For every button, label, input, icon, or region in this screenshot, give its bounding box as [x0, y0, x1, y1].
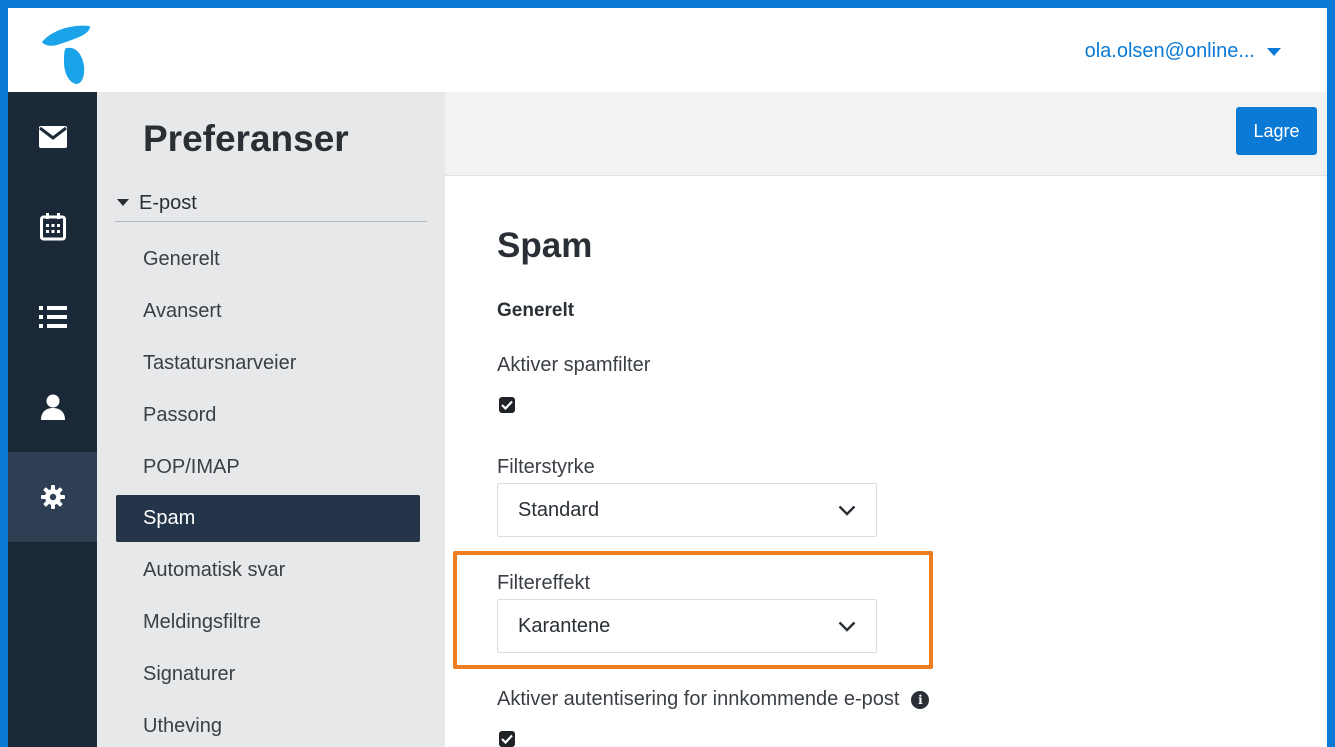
- app-rail: [8, 92, 97, 747]
- group-email-label: E-post: [139, 192, 197, 214]
- gear-icon: [40, 485, 65, 509]
- top-bar: ola.olsen@online...: [8, 8, 1327, 92]
- auth-checkbox[interactable]: [499, 731, 515, 747]
- preferences-list: Generelt Avansert Tastatursnarveier Pass…: [116, 234, 420, 747]
- auth-label-text: Aktiver autentisering for innkommende e-…: [497, 688, 900, 710]
- rail-item-calendar[interactable]: [8, 182, 97, 272]
- enable-spam-label-text: Aktiver spamfilter: [497, 354, 651, 376]
- checkmark-icon: [501, 400, 513, 410]
- pref-item-signaturer[interactable]: Signaturer: [116, 648, 420, 700]
- pref-item-generelt[interactable]: Generelt: [116, 234, 420, 286]
- checkmark-icon: [501, 734, 513, 744]
- pref-item-spam[interactable]: Spam: [116, 494, 420, 542]
- filter-strength-label-text: Filterstyrke: [497, 456, 595, 478]
- info-icon[interactable]: i: [911, 690, 930, 709]
- rail-item-tasks[interactable]: [8, 272, 97, 362]
- group-email-toggle[interactable]: E-post: [115, 186, 427, 222]
- filter-strength-label: Filterstyrke: [497, 456, 595, 479]
- pref-item-avansert[interactable]: Avansert: [116, 286, 420, 338]
- pref-item-passord[interactable]: Passord: [116, 389, 420, 441]
- content-toolbar: Lagre: [445, 92, 1327, 176]
- page-title: Spam: [497, 226, 593, 265]
- chevron-down-icon: [838, 621, 856, 632]
- caret-down-icon: [117, 199, 129, 206]
- rail-item-settings[interactable]: [8, 452, 97, 542]
- section-heading: Generelt: [497, 300, 575, 321]
- auth-label: Aktiver autentisering for innkommende e-…: [497, 688, 930, 711]
- pref-item-automatisk-svar[interactable]: Automatisk svar: [116, 545, 420, 597]
- pref-item-utheving[interactable]: Utheving: [116, 700, 420, 747]
- enable-spam-checkbox[interactable]: [499, 397, 515, 413]
- filter-effect-label-text: Filtereffekt: [497, 572, 590, 594]
- filter-effect-label: Filtereffekt: [497, 572, 590, 595]
- rail-item-contacts[interactable]: [8, 362, 97, 452]
- save-button[interactable]: Lagre: [1236, 107, 1317, 155]
- pref-item-meldingsfiltre[interactable]: Meldingsfiltre: [116, 597, 420, 649]
- filter-effect-select[interactable]: Karantene: [497, 599, 877, 653]
- filter-strength-value: Standard: [518, 498, 600, 521]
- pref-item-tastatursnarveier[interactable]: Tastatursnarveier: [116, 338, 420, 390]
- envelope-icon: [38, 126, 67, 148]
- enable-spam-label: Aktiver spamfilter: [497, 354, 650, 377]
- list-icon: [38, 306, 67, 328]
- telenor-logo[interactable]: [38, 22, 98, 84]
- user-icon: [40, 394, 65, 420]
- pref-item-pop-imap[interactable]: POP/IMAP: [116, 441, 420, 493]
- preferences-title: Preferanser: [143, 118, 349, 159]
- chevron-down-icon: [838, 505, 856, 516]
- user-email: ola.olsen@online...: [1084, 40, 1255, 62]
- user-menu[interactable]: ola.olsen@online...: [1085, 40, 1281, 63]
- filter-effect-value: Karantene: [518, 614, 611, 637]
- caret-down-icon: [1267, 47, 1281, 56]
- preferences-menu: Preferanser E-post Generelt Avansert Tas…: [97, 92, 445, 747]
- filter-strength-select[interactable]: Standard: [497, 483, 877, 537]
- spam-settings-panel: Spam Generelt Aktiver spamfilter Filters…: [445, 176, 1327, 747]
- calendar-icon: [39, 213, 66, 241]
- app-window: ola.olsen@online... Preferanser E-post G…: [0, 0, 1335, 747]
- rail-item-mail[interactable]: [8, 92, 97, 182]
